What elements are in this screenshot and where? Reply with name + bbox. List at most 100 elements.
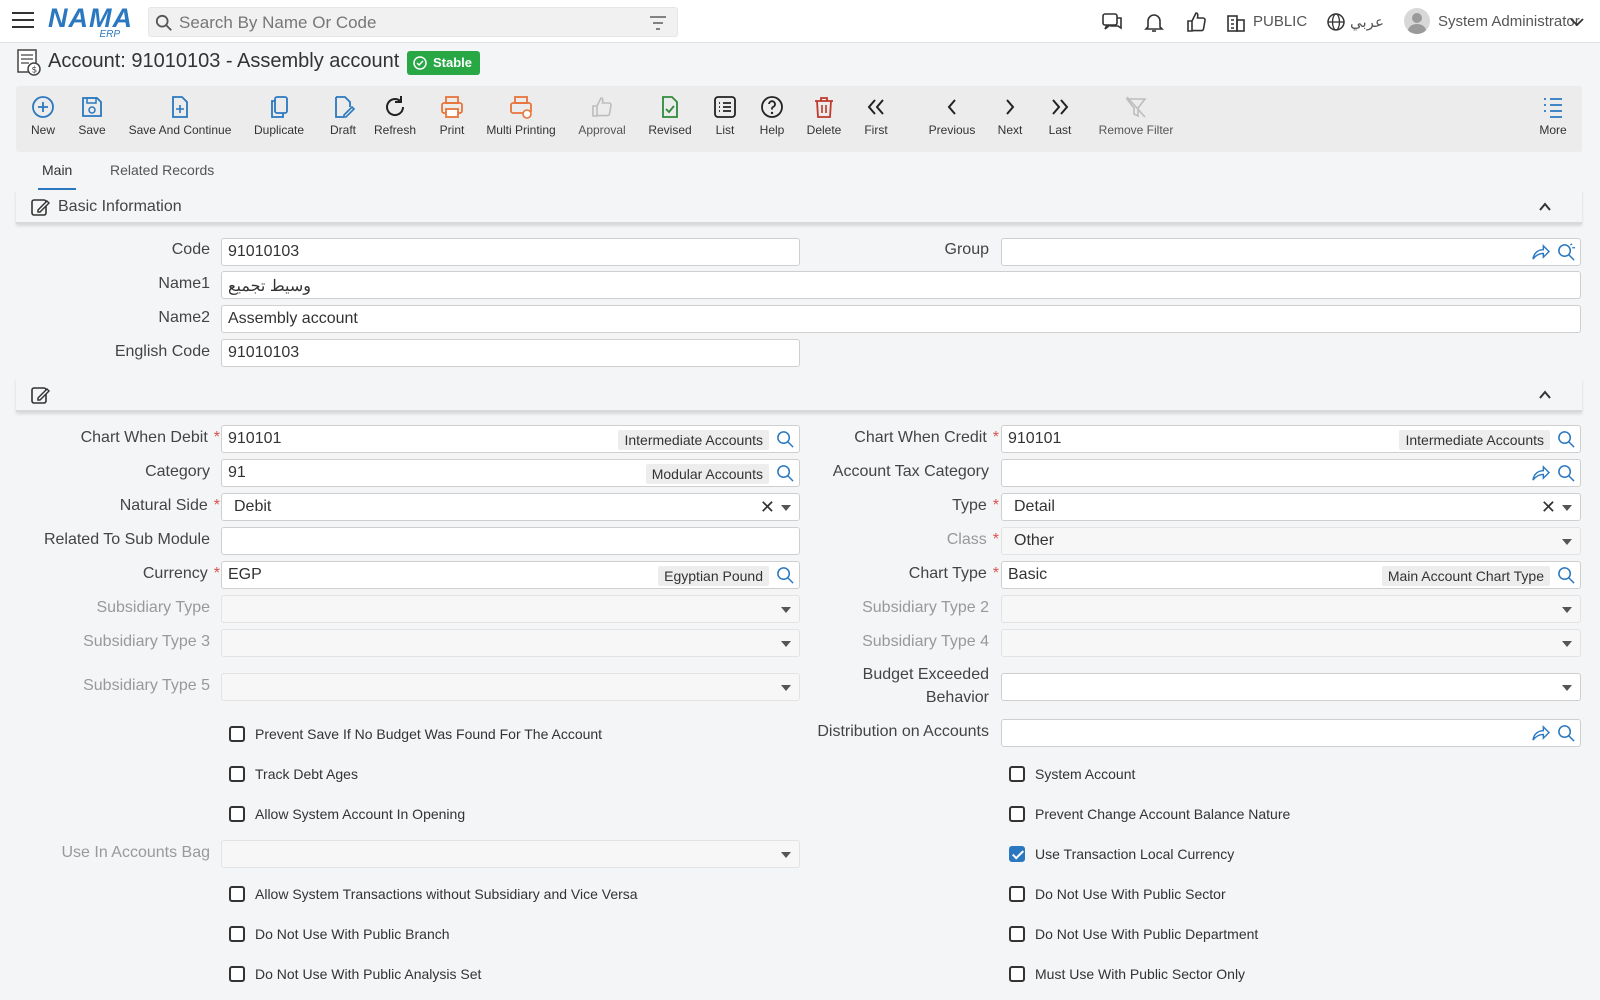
checkbox-box[interactable] xyxy=(229,726,245,742)
checkbox-box-checked[interactable] xyxy=(1009,846,1025,862)
new-button[interactable]: New xyxy=(26,92,60,148)
revised-button[interactable]: Revised xyxy=(648,92,692,148)
no-public-sector-checkbox[interactable]: Do Not Use With Public Sector xyxy=(1009,884,1226,904)
code-field[interactable]: 91010103 xyxy=(221,238,800,266)
chat-icon[interactable] xyxy=(1100,10,1124,34)
user-name[interactable]: System Administrator xyxy=(1438,13,1580,30)
subsidiary-type-5-select[interactable] xyxy=(221,673,800,701)
caret-down-icon[interactable] xyxy=(1562,539,1572,545)
like-icon[interactable] xyxy=(1184,10,1208,34)
first-button[interactable]: First xyxy=(862,92,890,148)
name2-field[interactable]: Assembly account xyxy=(221,305,1581,333)
lookup-search-icon[interactable] xyxy=(1557,724,1576,743)
next-button[interactable]: Next xyxy=(996,92,1024,148)
checkbox-box[interactable] xyxy=(1009,806,1025,822)
use-in-accounts-bag-select[interactable] xyxy=(221,840,800,868)
delete-button[interactable]: Delete xyxy=(806,92,842,148)
branch-label[interactable]: PUBLIC xyxy=(1253,13,1307,30)
checkbox-box[interactable] xyxy=(229,926,245,942)
caret-down-icon[interactable] xyxy=(1562,505,1572,511)
search-icon[interactable] xyxy=(155,14,173,32)
language-label[interactable]: عربي xyxy=(1350,13,1384,31)
help-button[interactable]: Help xyxy=(758,92,786,148)
checkbox-box[interactable] xyxy=(229,886,245,902)
share-arrow-icon[interactable] xyxy=(1531,244,1550,261)
draft-button[interactable]: Draft xyxy=(326,92,360,148)
caret-down-icon[interactable] xyxy=(781,641,791,647)
caret-down-icon[interactable] xyxy=(781,607,791,613)
chart-credit-field[interactable]: 910101 Intermediate Accounts xyxy=(1001,425,1581,453)
basic-information-header[interactable]: Basic Information xyxy=(16,190,1582,224)
building-icon[interactable] xyxy=(1226,10,1246,34)
prevent-change-nature-checkbox[interactable]: Prevent Change Account Balance Nature xyxy=(1009,804,1290,824)
subsidiary-type-select[interactable] xyxy=(221,595,800,623)
subsidiary-type-2-select[interactable] xyxy=(1001,595,1581,623)
must-public-sector-checkbox[interactable]: Must Use With Public Sector Only xyxy=(1009,964,1245,984)
tab-related-records[interactable]: Related Records xyxy=(110,162,214,178)
name1-field[interactable]: وسيط تجميع xyxy=(221,271,1581,299)
approval-button[interactable]: Approval xyxy=(576,92,628,148)
lookup-search-icon[interactable] xyxy=(776,430,795,449)
chevron-up-icon[interactable] xyxy=(1538,200,1552,214)
globe-icon[interactable] xyxy=(1326,10,1346,34)
english-code-field[interactable]: 91010103 xyxy=(221,339,800,367)
chart-type-field[interactable]: Basic Main Account Chart Type xyxy=(1001,561,1581,589)
menu-icon[interactable] xyxy=(12,12,34,30)
tax-category-field[interactable] xyxy=(1001,459,1581,487)
lookup-search-icon[interactable] xyxy=(776,464,795,483)
system-account-checkbox[interactable]: System Account xyxy=(1009,764,1135,784)
details-section-header[interactable] xyxy=(16,378,1582,412)
budget-exceeded-select[interactable] xyxy=(1001,673,1581,701)
allow-system-opening-checkbox[interactable]: Allow System Account In Opening xyxy=(229,804,465,824)
previous-button[interactable]: Previous xyxy=(928,92,976,148)
chart-debit-field[interactable]: 910101 Intermediate Accounts xyxy=(221,425,800,453)
group-field[interactable] xyxy=(1001,238,1581,266)
use-local-currency-checkbox[interactable]: Use Transaction Local Currency xyxy=(1009,844,1234,864)
search-input[interactable] xyxy=(179,12,629,34)
lookup-search-icon[interactable] xyxy=(1557,430,1576,449)
checkbox-box[interactable] xyxy=(229,966,245,982)
prevent-save-checkbox[interactable]: Prevent Save If No Budget Was Found For … xyxy=(229,724,602,744)
distribution-field[interactable] xyxy=(1001,719,1581,747)
filter-icon[interactable] xyxy=(649,15,667,31)
more-button[interactable]: More xyxy=(1538,92,1568,148)
list-button[interactable]: List xyxy=(712,92,738,148)
refresh-button[interactable]: Refresh xyxy=(374,92,416,148)
caret-down-icon[interactable] xyxy=(781,505,791,511)
natural-side-select[interactable]: Debit ✕ xyxy=(221,493,800,521)
remove-filter-button[interactable]: Remove Filter xyxy=(1096,92,1176,148)
chevron-down-icon[interactable] xyxy=(1570,16,1584,28)
type-select[interactable]: Detail ✕ xyxy=(1001,493,1581,521)
avatar[interactable] xyxy=(1404,8,1430,34)
tab-main[interactable]: Main xyxy=(37,162,77,191)
caret-down-icon[interactable] xyxy=(1562,607,1572,613)
lookup-search-icon[interactable] xyxy=(776,566,795,585)
no-public-department-checkbox[interactable]: Do Not Use With Public Department xyxy=(1009,924,1258,944)
lookup-search-icon[interactable] xyxy=(1557,243,1576,262)
share-arrow-icon[interactable] xyxy=(1531,725,1550,742)
checkbox-box[interactable] xyxy=(229,806,245,822)
multi-printing-button[interactable]: Multi Printing xyxy=(486,92,556,148)
clear-icon[interactable]: ✕ xyxy=(760,498,775,516)
no-public-branch-checkbox[interactable]: Do Not Use With Public Branch xyxy=(229,924,450,944)
subsidiary-type-4-select[interactable] xyxy=(1001,629,1581,657)
app-logo[interactable]: NAMA ERP xyxy=(48,4,132,40)
chevron-up-icon[interactable] xyxy=(1538,388,1552,402)
clear-icon[interactable]: ✕ xyxy=(1541,498,1556,516)
caret-down-icon[interactable] xyxy=(781,685,791,691)
checkbox-box[interactable] xyxy=(1009,926,1025,942)
share-arrow-icon[interactable] xyxy=(1531,465,1550,482)
checkbox-box[interactable] xyxy=(229,766,245,782)
currency-field[interactable]: EGP Egyptian Pound xyxy=(221,561,800,589)
lookup-search-icon[interactable] xyxy=(1557,464,1576,483)
print-button[interactable]: Print xyxy=(436,92,468,148)
save-and-continue-button[interactable]: Save And Continue xyxy=(128,92,232,148)
caret-down-icon[interactable] xyxy=(1562,641,1572,647)
checkbox-box[interactable] xyxy=(1009,766,1025,782)
checkbox-box[interactable] xyxy=(1009,966,1025,982)
track-debt-checkbox[interactable]: Track Debt Ages xyxy=(229,764,358,784)
last-button[interactable]: Last xyxy=(1046,92,1074,148)
subsidiary-type-3-select[interactable] xyxy=(221,629,800,657)
duplicate-button[interactable]: Duplicate xyxy=(252,92,306,148)
sub-module-field[interactable] xyxy=(221,527,800,555)
